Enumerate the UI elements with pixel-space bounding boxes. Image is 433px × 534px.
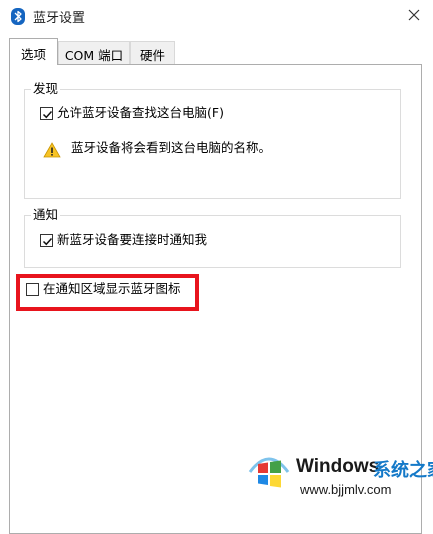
warning-icon <box>43 142 61 158</box>
window-title: 蓝牙设置 <box>33 11 86 26</box>
bluetooth-icon <box>11 8 25 25</box>
watermark-brand: 系统之家 <box>373 460 433 481</box>
annotation-highlight-box <box>16 274 199 311</box>
notify-new-device-checkbox[interactable] <box>40 234 53 247</box>
watermark: Windows 系统之家 www.bjjmlv.com <box>240 444 433 501</box>
checkmark-icon <box>42 237 53 246</box>
allow-discovery-label[interactable]: 允许蓝牙设备查找这台电脑(F) <box>57 105 224 121</box>
notify-new-device-label[interactable]: 新蓝牙设备要连接时通知我 <box>57 232 207 248</box>
windows-logo-icon <box>248 457 290 488</box>
watermark-url: www.bjjmlv.com <box>300 482 392 497</box>
watermark-title: Windows <box>296 456 380 477</box>
allow-discovery-checkbox[interactable] <box>40 107 53 120</box>
discovery-group-label: 发现 <box>31 81 61 97</box>
checkmark-icon <box>42 110 53 119</box>
title-bar: 蓝牙设置 <box>0 0 433 32</box>
close-button[interactable] <box>396 0 433 32</box>
discovery-warning-text: 蓝牙设备将会看到这台电脑的名称。 <box>71 140 272 155</box>
tab-com-ports[interactable]: COM 端口 <box>58 41 130 64</box>
tab-options-label: 选项 <box>20 47 46 62</box>
tab-options[interactable]: 选项 <box>9 38 58 65</box>
tab-hardware-label: 硬件 <box>139 48 165 63</box>
tab-hardware[interactable]: 硬件 <box>130 41 175 64</box>
tab-com-ports-label: COM 端口 <box>64 48 124 63</box>
close-icon <box>408 9 420 21</box>
notifications-group-label: 通知 <box>31 207 61 223</box>
